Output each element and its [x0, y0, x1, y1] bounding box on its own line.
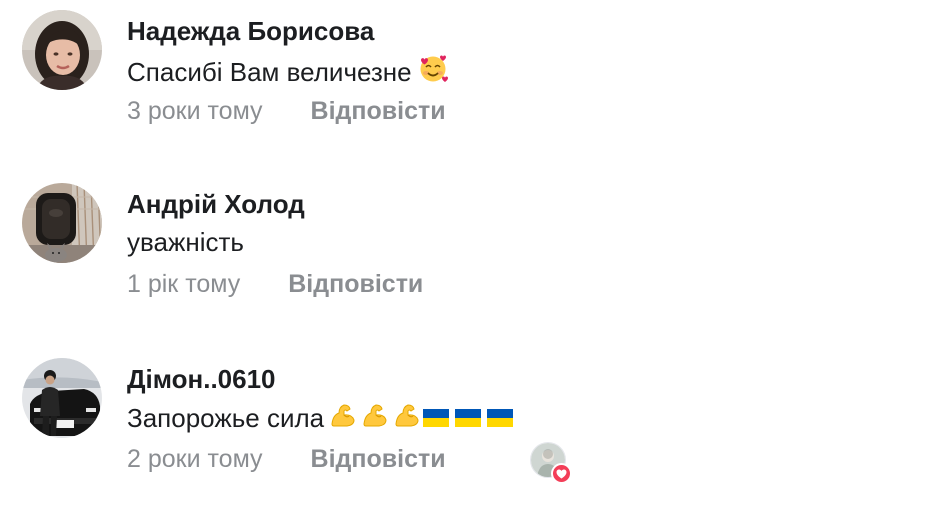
flexed-biceps-icon [330, 402, 356, 435]
comment-meta: 2 роки тому Відповісти [127, 445, 446, 474]
comment-text: Спасибі Вам величезне [127, 54, 448, 91]
flexed-biceps-icon [362, 402, 388, 435]
comment-timestamp[interactable]: 2 роки тому [127, 445, 263, 474]
comment-text-content: Запорожье сила [127, 403, 325, 433]
comment-item: Надежда Борисова Спасибі Вам величезне 3… [22, 10, 922, 160]
comment-text-content: уважність [127, 227, 244, 257]
comment-text: уважність [127, 227, 244, 258]
comment-meta: 1 рік тому Відповісти [127, 270, 423, 299]
flexed-biceps-icon [394, 402, 420, 435]
flag-ukraine-icon [455, 403, 482, 434]
reply-button[interactable]: Відповісти [288, 270, 423, 299]
avatar[interactable] [22, 183, 102, 263]
flag-ukraine-icon [487, 403, 514, 434]
comment-author[interactable]: Андрій Холод [127, 189, 305, 220]
reply-button[interactable]: Відповісти [311, 97, 446, 126]
comment-text-content: Спасибі Вам величезне [127, 57, 412, 87]
comment-author[interactable]: Надежда Борисова [127, 16, 374, 47]
reply-button[interactable]: Відповісти [311, 445, 446, 474]
smiling-face-with-hearts-icon [418, 54, 448, 91]
heart-icon [551, 463, 572, 484]
comment-timestamp[interactable]: 3 роки тому [127, 97, 263, 126]
comment-timestamp[interactable]: 1 рік тому [127, 270, 240, 299]
avatar[interactable] [22, 358, 102, 438]
comment-meta: 3 роки тому Відповісти [127, 97, 446, 126]
comment-author[interactable]: Дімон..0610 [127, 364, 276, 395]
avatar[interactable] [22, 10, 102, 90]
flag-ukraine-icon [423, 403, 450, 434]
comment-item: Андрій Холод уважність 1 рік тому Відпов… [22, 183, 922, 333]
comment-item: Дімон..0610 Запорожье сила 2 роки тому В… [22, 358, 922, 508]
comment-text: Запорожье сила [127, 402, 514, 435]
reaction-indicator[interactable] [530, 442, 572, 484]
